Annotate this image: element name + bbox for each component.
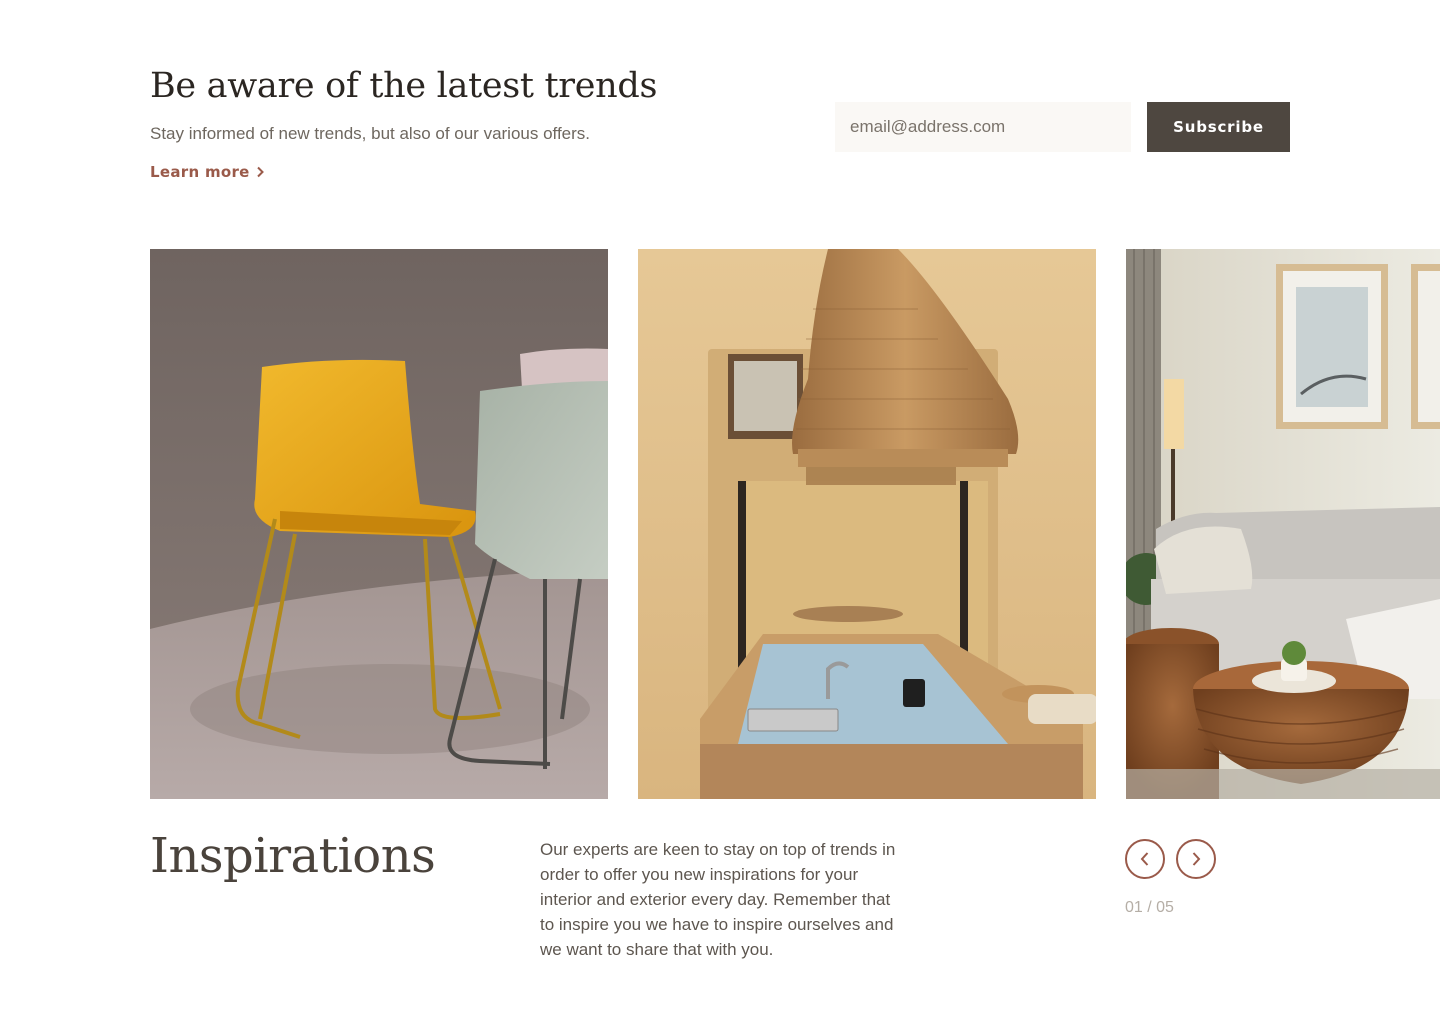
carousel-pager: 01 / 05 (1125, 899, 1174, 916)
email-input[interactable] (835, 102, 1131, 152)
carousel-prev-button[interactable] (1125, 839, 1165, 879)
kitchen-wicker-lamp-photo (638, 249, 1096, 799)
living-room-sofa-photo (1126, 249, 1440, 799)
chevron-right-icon (1192, 852, 1201, 866)
chevron-right-icon (256, 166, 264, 178)
newsletter-heading: Be aware of the latest trends (150, 66, 658, 106)
carousel-next-button[interactable] (1176, 839, 1216, 879)
inspirations-title: Inspirations (150, 828, 436, 884)
subscribe-button[interactable]: Subscribe (1147, 102, 1290, 152)
inspirations-description: Our experts are keen to stay on top of t… (540, 840, 896, 959)
learn-more-label: Learn more (150, 163, 250, 181)
learn-more-link[interactable]: Learn more (150, 163, 265, 181)
yellow-chair-photo (150, 249, 608, 799)
chevron-left-icon (1140, 852, 1149, 866)
newsletter-subtitle: Stay informed of new trends, but also of… (150, 124, 591, 143)
